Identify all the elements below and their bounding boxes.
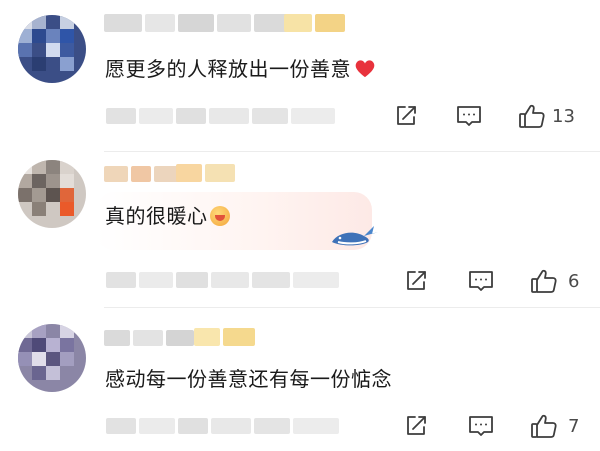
comment-icon <box>469 271 493 291</box>
like-button[interactable]: 7 <box>530 411 579 441</box>
share-button[interactable] <box>404 266 428 296</box>
user-badge <box>194 328 255 346</box>
comment-text: 愿更多的人释放出一份善意 <box>105 57 376 81</box>
thumbs-up-icon <box>531 414 557 438</box>
share-button[interactable] <box>394 101 418 131</box>
red-heart-icon <box>355 60 375 78</box>
comment-icon <box>457 106 481 126</box>
avatar[interactable] <box>18 324 86 392</box>
share-button[interactable] <box>404 411 428 441</box>
reply-button[interactable] <box>468 411 494 441</box>
comment-text: 感动每一份善意还有每一份惦念 <box>105 367 392 391</box>
like-button[interactable]: 6 <box>530 266 579 296</box>
comment-item-3: 感动每一份善意还有每一份惦念 7 <box>0 310 600 451</box>
comment-actions: 7 <box>360 411 600 441</box>
comment-text: 真的很暖心 <box>105 204 230 228</box>
username-blurred[interactable] <box>104 14 290 32</box>
like-count: 7 <box>568 415 580 437</box>
share-icon <box>397 106 416 125</box>
user-badge <box>284 14 345 32</box>
timestamp-blurred <box>106 272 339 288</box>
divider <box>104 307 600 308</box>
username-blurred[interactable] <box>104 330 194 346</box>
thumbs-up-icon <box>531 269 557 293</box>
timestamp-blurred <box>106 108 335 124</box>
share-icon <box>407 416 426 435</box>
reply-button[interactable] <box>468 266 494 296</box>
comment-icon <box>469 416 493 436</box>
comment-item-2: 真的很暖心 6 <box>0 152 600 310</box>
like-count: 13 <box>552 105 575 127</box>
like-count: 6 <box>568 270 580 292</box>
avatar[interactable] <box>18 160 86 228</box>
comment-actions: 6 <box>360 266 600 296</box>
whale-sticker-icon <box>332 226 378 246</box>
like-button[interactable]: 13 <box>518 101 575 131</box>
timestamp-blurred <box>106 418 339 434</box>
user-badge <box>176 164 235 182</box>
username-blurred[interactable] <box>104 166 180 182</box>
thumbs-up-icon <box>519 104 545 128</box>
share-icon <box>407 271 426 290</box>
avatar[interactable] <box>18 15 86 83</box>
comment-actions: 13 <box>360 101 600 131</box>
comment-item-1: 愿更多的人释放出一份善意 13 <box>0 0 600 160</box>
reply-button[interactable] <box>456 101 482 131</box>
hugging-face-emoji-icon <box>209 206 230 226</box>
